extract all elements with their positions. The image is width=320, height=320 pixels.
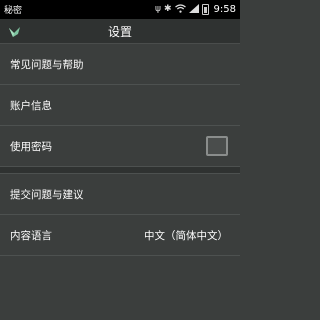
settings-item-feedback[interactable]: 提交问题与建议 [0,174,240,215]
debug-icon: ✱ [163,4,172,14]
usb-icon: ψ [155,4,161,14]
settings-item-content-language[interactable]: 内容语言 中文（简体中文） [0,215,240,256]
settings-item-use-password[interactable]: 使用密码 [0,126,240,167]
signal-icon [188,3,199,16]
status-time: 9:58 [213,4,236,15]
settings-item-label: 常见问题与帮助 [10,59,84,71]
page-title: 设置 [107,24,132,39]
status-bar: 秘密 ψ ✱ 9:58 [0,0,240,19]
use-password-checkbox[interactable] [206,136,228,156]
settings-item-label: 使用密码 [10,140,52,153]
wifi-icon [174,3,186,16]
group-separator [0,167,240,174]
battery-icon [201,4,209,15]
settings-item-account-info[interactable]: 账户信息 [0,85,240,126]
settings-item-label: 提交问题与建议 [10,188,84,201]
settings-item-label: 内容语言 [10,229,52,242]
settings-list: 常见问题与帮助 账户信息 使用密码 提交问题与建议 内容语言 中文（简体中文） [0,45,240,256]
settings-item-label: 账户信息 [10,99,52,112]
settings-item-faq[interactable]: 常见问题与帮助 [0,45,240,85]
title-bar: 设置 [0,19,240,44]
status-left-label: 秘密 [4,6,23,16]
content-language-value: 中文（简体中文） [144,229,228,242]
bird-logo-icon [8,24,22,38]
